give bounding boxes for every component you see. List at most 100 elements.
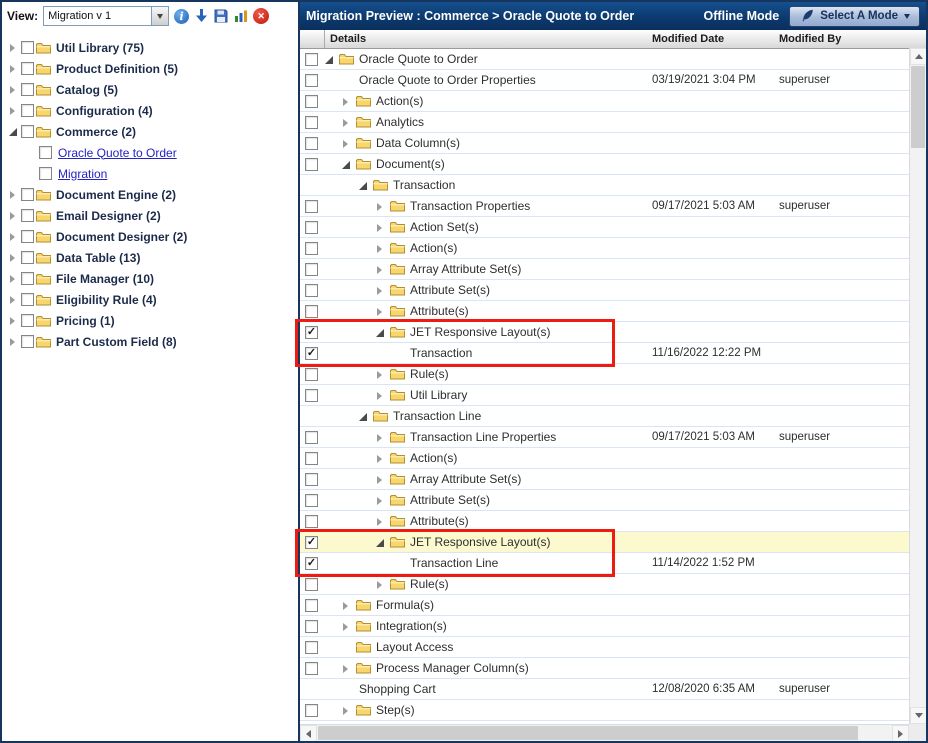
checkbox[interactable] [305,137,318,150]
row-transaction[interactable]: Transaction [300,175,909,196]
expand-icon[interactable] [8,84,19,95]
checkbox[interactable] [305,284,318,297]
row-jet-responsive-layout-s[interactable]: ✓JET Responsive Layout(s) [300,322,909,343]
checkbox[interactable] [305,578,318,591]
scroll-left-button[interactable] [300,725,317,742]
row-layout-access[interactable]: Layout Access [300,637,909,658]
row-shopping-cart[interactable]: Shopping Cart12/08/2020 6:35 AMsuperuser [300,679,909,700]
view-select[interactable]: Migration v 1 [43,6,169,26]
expand-icon[interactable] [375,264,386,275]
sidebar-item-email-designer-2[interactable]: Email Designer (2) [2,205,298,226]
checkbox[interactable] [305,599,318,612]
expand-icon[interactable] [8,105,19,116]
expand-icon[interactable] [375,474,386,485]
horizontal-scrollbar[interactable] [300,724,909,741]
dropdown-arrow-icon[interactable] [151,7,168,25]
row-step-s[interactable]: Step(s) [300,700,909,721]
expand-icon[interactable] [375,390,386,401]
checkbox[interactable] [305,368,318,381]
collapse-icon[interactable] [375,327,386,338]
row-jet-responsive-layout-s[interactable]: ✓JET Responsive Layout(s) [300,532,909,553]
sidebar-item-eligibility-rule-4[interactable]: Eligibility Rule (4) [2,289,298,310]
row-attribute-set-s[interactable]: Attribute Set(s) [300,490,909,511]
row-document-s[interactable]: Document(s) [300,154,909,175]
checkbox-checked[interactable]: ✓ [305,347,318,360]
row-array-attribute-set-s[interactable]: Array Attribute Set(s) [300,469,909,490]
expand-icon[interactable] [8,273,19,284]
sidebar-link-label[interactable]: Oracle Quote to Order [58,146,177,160]
row-rule-s[interactable]: Rule(s) [300,364,909,385]
checkbox[interactable] [305,494,318,507]
checkbox-checked[interactable]: ✓ [305,557,318,570]
checkbox[interactable] [39,146,52,159]
expand-icon[interactable] [341,117,352,128]
checkbox[interactable] [21,230,34,243]
row-oracle-quote-to-order[interactable]: Oracle Quote to Order [300,49,909,70]
checkbox[interactable] [305,473,318,486]
checkbox[interactable] [21,293,34,306]
checkbox[interactable] [305,641,318,654]
scroll-right-button[interactable] [892,725,909,742]
expand-icon[interactable] [8,63,19,74]
row-action-s[interactable]: Action(s) [300,238,909,259]
checkbox[interactable] [21,272,34,285]
sidebar-item-part-custom-field-8[interactable]: Part Custom Field (8) [2,331,298,352]
expand-icon[interactable] [341,96,352,107]
scroll-down-button[interactable] [910,707,927,724]
sidebar-item-data-table-13[interactable]: Data Table (13) [2,247,298,268]
sidebar-item-document-designer-2[interactable]: Document Designer (2) [2,226,298,247]
expand-icon[interactable] [375,201,386,212]
sidebar-link-label[interactable]: Migration [58,167,107,181]
checkbox[interactable] [305,704,318,717]
expand-icon[interactable] [375,369,386,380]
sidebar-item-migration[interactable]: Migration [2,163,298,184]
collapse-icon[interactable] [375,537,386,548]
collapse-icon[interactable] [8,126,19,137]
row-transaction-line[interactable]: Transaction Line [300,406,909,427]
checkbox[interactable] [21,251,34,264]
checkbox[interactable] [21,104,34,117]
row-util-library[interactable]: Util Library [300,385,909,406]
checkbox[interactable] [21,41,34,54]
expand-icon[interactable] [341,705,352,716]
checkbox[interactable] [21,83,34,96]
expand-icon[interactable] [8,336,19,347]
sidebar-item-pricing-1[interactable]: Pricing (1) [2,310,298,331]
checkbox[interactable] [21,335,34,348]
checkbox[interactable] [305,389,318,402]
checkbox[interactable] [305,431,318,444]
checkbox[interactable] [305,200,318,213]
row-integration-s[interactable]: Integration(s) [300,616,909,637]
collapse-icon[interactable] [324,54,335,65]
row-analytics[interactable]: Analytics [300,112,909,133]
expand-icon[interactable] [8,294,19,305]
row-attribute-s[interactable]: Attribute(s) [300,511,909,532]
expand-icon[interactable] [375,516,386,527]
expand-icon[interactable] [375,306,386,317]
close-icon[interactable]: ✕ [253,8,269,24]
checkbox[interactable] [39,167,52,180]
checkbox[interactable] [305,74,318,87]
sidebar-item-configuration-4[interactable]: Configuration (4) [2,100,298,121]
expand-icon[interactable] [375,495,386,506]
expand-icon[interactable] [8,210,19,221]
checkbox-checked[interactable]: ✓ [305,536,318,549]
save-icon[interactable] [213,8,229,24]
vertical-scrollbar[interactable] [909,48,926,724]
expand-icon[interactable] [375,243,386,254]
horizontal-scroll-thumb[interactable] [318,726,858,740]
expand-icon[interactable] [375,285,386,296]
row-process-manager-column-s[interactable]: Process Manager Column(s) [300,658,909,679]
checkbox[interactable] [305,515,318,528]
sidebar-item-util-library-75[interactable]: Util Library (75) [2,37,298,58]
checkbox[interactable] [21,209,34,222]
row-action-s[interactable]: Action(s) [300,91,909,112]
checkbox[interactable] [305,242,318,255]
sidebar-item-document-engine-2[interactable]: Document Engine (2) [2,184,298,205]
checkbox[interactable] [21,125,34,138]
row-array-attribute-set-s[interactable]: Array Attribute Set(s) [300,259,909,280]
scroll-up-button[interactable] [910,48,927,65]
checkbox-checked[interactable]: ✓ [305,326,318,339]
sidebar-item-oracle-quote-to-order[interactable]: Oracle Quote to Order [2,142,298,163]
checkbox[interactable] [21,188,34,201]
